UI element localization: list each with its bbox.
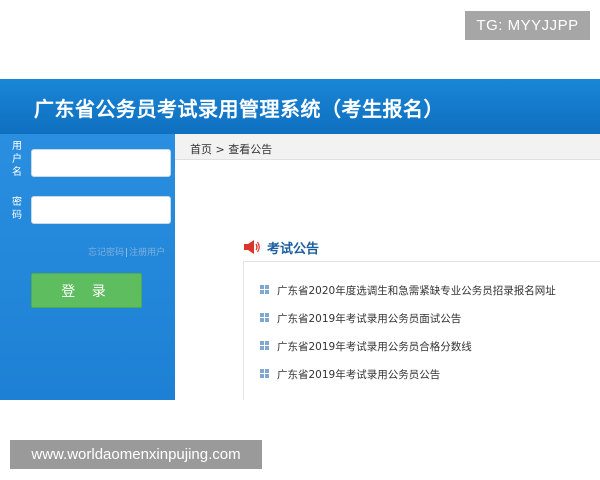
login-button[interactable]: 登 录 <box>31 273 142 308</box>
password-label: 密码 <box>12 197 22 221</box>
notice-link[interactable]: 广东省2020年度选调生和急需紧缺专业公务员招录报名网址 <box>277 283 556 298</box>
grid-bullet-icon <box>260 369 269 378</box>
grid-bullet-icon <box>260 341 269 350</box>
notice-list: 广东省2020年度选调生和急需紧缺专业公务员招录报名网址 广东省2019年考试录… <box>243 261 600 400</box>
username-label: 用户名 <box>12 141 22 178</box>
breadcrumb: 首页 > 查看公告 <box>175 134 600 160</box>
page: TG: MYYJJPP 广东省公务员考试录用管理系统（考生报名） 用户名 密码 … <box>0 0 600 480</box>
speaker-icon <box>244 240 260 254</box>
username-input[interactable] <box>31 149 171 177</box>
grid-bullet-icon <box>260 313 269 322</box>
login-sidebar: 用户名 密码 忘记密码|注册用户 登 录 <box>0 134 175 400</box>
watermark-url: www.worldaomenxinpujing.com <box>10 440 262 469</box>
breadcrumb-text: 首页 > 查看公告 <box>190 143 273 156</box>
main-content: 首页 > 查看公告 考试公告 广东省2020年度选调生和急需紧缺专业公务员招录报… <box>175 134 600 400</box>
page-title: 广东省公务员考试录用管理系统（考生报名） <box>34 97 444 121</box>
section-title: 考试公告 <box>267 242 320 257</box>
tg-badge: TG: MYYJJPP <box>465 11 590 40</box>
register-link[interactable]: 注册用户 <box>129 248 165 258</box>
header-bar: 广东省公务员考试录用管理系统（考生报名） <box>0 79 600 134</box>
forgot-password-link[interactable]: 忘记密码 <box>88 248 124 258</box>
grid-bullet-icon <box>260 285 269 294</box>
password-input[interactable] <box>31 196 171 224</box>
notice-link[interactable]: 广东省2019年考试录用公务员合格分数线 <box>277 339 472 354</box>
notice-link[interactable]: 广东省2019年考试录用公务员公告 <box>277 367 440 382</box>
login-aux-links: 忘记密码|注册用户 <box>88 245 165 258</box>
notice-link[interactable]: 广东省2019年考试录用公务员面试公告 <box>277 311 461 326</box>
